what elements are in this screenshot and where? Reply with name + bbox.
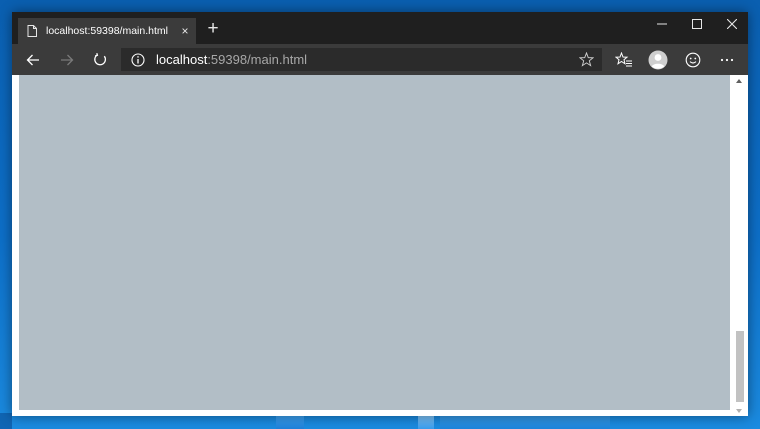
scrollbar-thumb[interactable] xyxy=(736,331,744,402)
url-path: :59398/main.html xyxy=(207,52,308,67)
vertical-scrollbar[interactable] xyxy=(734,75,746,416)
address-bar[interactable]: localhost:59398/main.html xyxy=(121,48,602,71)
browser-tab[interactable]: localhost:59398/main.html × xyxy=(18,18,196,44)
tab-title: localhost:59398/main.html xyxy=(46,25,168,37)
more-icon[interactable] xyxy=(714,47,740,73)
minimize-icon[interactable] xyxy=(644,12,679,36)
favorites-list-icon[interactable] xyxy=(611,47,637,73)
page-icon xyxy=(27,25,37,37)
close-icon[interactable]: × xyxy=(174,24,196,38)
info-icon[interactable] xyxy=(131,52,145,67)
browser-window: localhost:59398/main.html × + localhost:… xyxy=(12,12,748,416)
new-tab-icon[interactable]: + xyxy=(201,17,225,41)
back-icon[interactable] xyxy=(20,47,46,73)
refresh-icon[interactable] xyxy=(87,47,113,73)
scroll-up-arrow-icon[interactable] xyxy=(736,79,742,83)
scroll-down-arrow-icon[interactable] xyxy=(736,409,742,413)
desktop-light-beam xyxy=(0,413,12,429)
forward-icon[interactable] xyxy=(54,47,80,73)
close-window-icon[interactable] xyxy=(714,12,749,36)
page-content xyxy=(19,75,730,410)
navigation-toolbar: localhost:59398/main.html xyxy=(12,44,748,75)
maximize-icon[interactable] xyxy=(679,12,714,36)
favorite-star-icon[interactable] xyxy=(579,52,594,67)
title-bar: localhost:59398/main.html × + xyxy=(12,12,748,44)
feedback-smiley-icon[interactable] xyxy=(680,47,706,73)
url-host: localhost xyxy=(156,52,208,67)
url-text: localhost:59398/main.html xyxy=(156,52,307,67)
profile-avatar-icon[interactable] xyxy=(645,47,671,73)
